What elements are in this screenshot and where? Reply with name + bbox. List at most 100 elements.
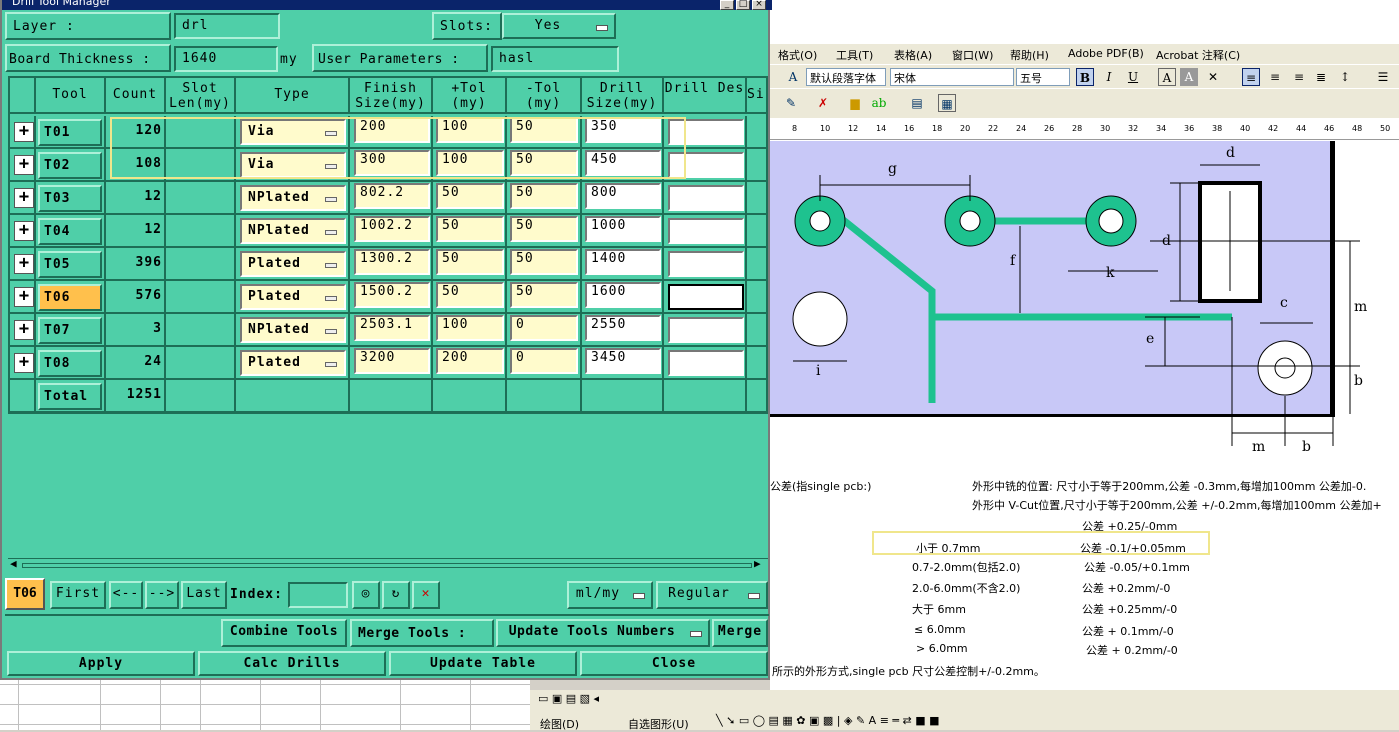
tool-button[interactable]: T03 (38, 185, 102, 212)
menu-tools[interactable]: 工具(T) (836, 47, 873, 63)
spell-icon[interactable]: ab (870, 94, 888, 112)
menu-window[interactable]: 窗口(W) (952, 47, 993, 63)
col-drill-size[interactable]: Drill Size(my) (582, 78, 664, 114)
expand-row-icon[interactable]: + (14, 122, 34, 142)
style-combo[interactable]: 默认段落字体 (806, 68, 886, 86)
drill-des-input[interactable] (668, 251, 744, 277)
draw-tools[interactable]: ╲ ➘ ▭ ◯ ▤ ▦ ✿ ▣ ▩ | ◈ ✎ A ≡ ═ ⇄ ■ ■ (716, 714, 940, 727)
track-icon[interactable]: ▤ (908, 94, 926, 112)
type-select[interactable]: Plated (240, 350, 346, 376)
drill-des-input[interactable] (668, 119, 744, 145)
plus-tol-input[interactable]: 50 (436, 183, 504, 209)
font-combo[interactable]: 宋体 (890, 68, 1014, 86)
index-field[interactable] (288, 582, 348, 608)
finish-size-input[interactable]: 3200 (354, 348, 430, 374)
finish-size-input[interactable]: 2503.1 (354, 315, 430, 341)
drill-des-input[interactable] (668, 218, 744, 244)
align-left-icon[interactable]: ≡ (1242, 68, 1260, 86)
type-select[interactable]: Plated (240, 251, 346, 277)
expand-row-icon[interactable]: + (14, 254, 34, 274)
col-slot-len[interactable]: Slot Len(my) (166, 78, 236, 114)
minus-tol-input[interactable]: 50 (510, 150, 578, 176)
expand-row-icon[interactable]: + (14, 287, 34, 307)
view-buttons[interactable]: ▭ ▣ ▤ ▧ ◂ (538, 692, 599, 705)
plus-tol-input[interactable]: 50 (436, 216, 504, 242)
drill-size-input[interactable]: 1600 (585, 282, 661, 308)
expand-row-icon[interactable]: + (14, 155, 34, 175)
close-icon[interactable]: × (752, 0, 766, 10)
plus-tol-input[interactable]: 100 (436, 117, 504, 143)
menu-format[interactable]: 格式(O) (778, 47, 817, 63)
drill-size-input[interactable]: 450 (585, 150, 661, 176)
underline-icon[interactable]: U (1124, 68, 1142, 86)
tool-button[interactable]: T02 (38, 152, 102, 179)
plus-tol-input[interactable]: 100 (436, 150, 504, 176)
col-tool[interactable]: Tool (36, 78, 106, 114)
char-shading-icon[interactable]: A (1180, 68, 1198, 86)
plus-tol-input[interactable]: 50 (436, 249, 504, 275)
refresh-icon[interactable]: ↻ (382, 581, 410, 609)
finish-size-input[interactable]: 1300.2 (354, 249, 430, 275)
minus-tol-input[interactable]: 50 (510, 183, 578, 209)
horizontal-scrollbar[interactable]: ◀ ▶ (8, 557, 768, 572)
scrollbar-track[interactable] (22, 563, 752, 568)
col-drill-des[interactable]: Drill Des (664, 78, 747, 114)
merge-mode-select[interactable]: Update Tools Numbers (496, 619, 710, 647)
calc-drills-button[interactable]: Calc Drills (198, 651, 386, 676)
tool-button[interactable]: T07 (38, 317, 102, 344)
align-center-icon[interactable]: ≡ (1266, 68, 1284, 86)
drill-size-input[interactable]: 350 (585, 117, 661, 143)
combine-tools-button[interactable]: Combine Tools (221, 619, 347, 647)
finish-size-input[interactable]: 1002.2 (354, 216, 430, 242)
drill-size-input[interactable]: 1000 (585, 216, 661, 242)
menu-adobe-pdf[interactable]: Adobe PDF(B) (1068, 47, 1144, 60)
first-button[interactable]: First (50, 581, 106, 609)
plus-tol-input[interactable]: 100 (436, 315, 504, 341)
expand-row-icon[interactable]: + (14, 320, 34, 340)
user-params-field[interactable]: hasl (491, 46, 619, 72)
plus-tol-input[interactable]: 200 (436, 348, 504, 374)
drill-des-input[interactable] (668, 152, 744, 178)
drill-des-input[interactable] (668, 185, 744, 211)
size-combo[interactable]: 五号 (1016, 68, 1070, 86)
drill-des-input[interactable] (668, 284, 744, 310)
update-table-button[interactable]: Update Table (389, 651, 577, 676)
layer-field[interactable]: drl (174, 13, 280, 39)
minimize-icon[interactable]: _ (720, 0, 734, 10)
italic-icon[interactable]: I (1100, 68, 1118, 86)
col-si[interactable]: Si (747, 78, 766, 114)
menu-table[interactable]: 表格(A) (894, 47, 932, 63)
col-type[interactable]: Type (236, 78, 350, 114)
line-spacing-icon[interactable]: ↕ (1336, 68, 1354, 86)
scroll-left-icon[interactable]: ◀ (10, 557, 17, 570)
delete-icon[interactable]: ✕ (412, 581, 440, 609)
finish-size-input[interactable]: 802.2 (354, 183, 430, 209)
maximize-icon[interactable]: □ (736, 0, 750, 10)
drill-size-input[interactable]: 800 (585, 183, 661, 209)
scroll-right-icon[interactable]: ▶ (754, 557, 761, 570)
type-select[interactable]: NPlated (240, 317, 346, 343)
drill-des-input[interactable] (668, 317, 744, 343)
expand-row-icon[interactable]: + (14, 353, 34, 373)
delete-icon[interactable]: ✗ (814, 94, 832, 112)
minus-tol-input[interactable]: 50 (510, 282, 578, 308)
next-button[interactable]: --> (145, 581, 179, 609)
unit-select[interactable]: ml/my (567, 581, 653, 609)
expand-row-icon[interactable]: + (14, 188, 34, 208)
board-thickness-field[interactable]: 1640 (174, 46, 278, 72)
tool-button[interactable]: T05 (38, 251, 102, 278)
folder-icon[interactable]: ▆ (846, 94, 864, 112)
tool-button[interactable]: T06 (38, 284, 102, 311)
bold-icon[interactable]: B (1076, 68, 1094, 86)
slots-select[interactable]: Yes (502, 13, 616, 39)
mode-select[interactable]: Regular (656, 581, 768, 609)
plus-tol-input[interactable]: 50 (436, 282, 504, 308)
close-button[interactable]: Close (580, 651, 768, 676)
tool-button[interactable]: T01 (38, 119, 102, 146)
type-select[interactable]: Via (240, 152, 346, 178)
col-count[interactable]: Count (106, 78, 166, 114)
last-button[interactable]: Last (181, 581, 227, 609)
drill-des-input[interactable] (668, 350, 744, 376)
expand-row-icon[interactable]: + (14, 221, 34, 241)
tool-button[interactable]: T04 (38, 218, 102, 245)
